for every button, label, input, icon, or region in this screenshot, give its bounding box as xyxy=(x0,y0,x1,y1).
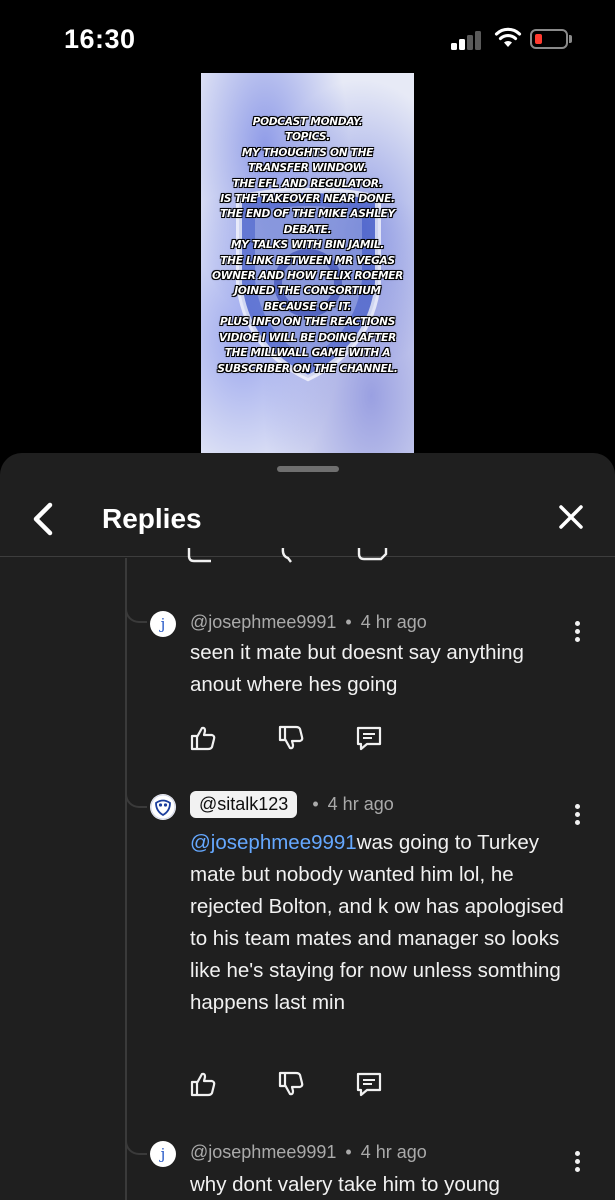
thumbnail-text-line: the Millwall game with a xyxy=(224,347,391,360)
panel-header: Replies xyxy=(0,481,615,557)
chevron-left-icon[interactable] xyxy=(26,499,60,539)
dislike-icon[interactable] xyxy=(276,1069,306,1099)
thumbnail-text-line: The end of the Mike Ashley xyxy=(220,208,395,221)
thumbnail-text-line: because of it. xyxy=(263,300,352,313)
thumbnail-text-line: debate. xyxy=(283,223,332,236)
thumbnail-text-line: My talks with Bin Jamil. xyxy=(231,239,384,252)
mention-link[interactable]: @josephmee9991 xyxy=(190,831,357,854)
wifi-icon xyxy=(494,27,522,47)
comment-text: why dont valery take him to young xyxy=(190,1173,500,1196)
replies-panel: Replies j @josephmee9991 • 4 hr ago seen… xyxy=(0,453,615,1200)
status-time: 16:30 xyxy=(64,24,136,54)
like-icon[interactable] xyxy=(188,723,218,753)
video-thumbnail[interactable]: Podcast Monday. Topics. My thoughts on the… xyxy=(201,73,414,453)
thumbnail-text-line: Plus info on the reactions xyxy=(219,316,396,329)
thumbnail-text-line: transfer window. xyxy=(248,162,367,175)
cellular-signal-icon xyxy=(451,30,483,50)
thumbnail-text-line: vidioe I will be doing after xyxy=(219,331,396,344)
comment-author[interactable]: @sitalk123 xyxy=(190,791,298,818)
comment-author[interactable]: @josephmee9991 xyxy=(190,1142,336,1162)
owl-crest-avatar[interactable] xyxy=(150,794,176,820)
comment-time: 4 hr ago xyxy=(360,1142,427,1162)
comment-time: 4 hr ago xyxy=(327,794,394,814)
comment-meta: @josephmee9991 • 4 hr ago xyxy=(190,1142,427,1162)
thumbnail-text-line: Is the takeover near done. xyxy=(220,193,395,206)
page-title: Replies xyxy=(102,503,202,534)
avatar[interactable]: j xyxy=(150,611,176,637)
thumbnail-text-line: My thoughts on the xyxy=(241,146,374,159)
comment-actions xyxy=(188,1069,388,1101)
thumbnail-text: Podcast Monday. Topics. My thoughts on the… xyxy=(201,115,414,377)
dislike-icon[interactable] xyxy=(276,723,306,753)
close-icon[interactable] xyxy=(553,499,589,535)
reply-icon[interactable] xyxy=(354,723,384,753)
comment-author[interactable]: @josephmee9991 xyxy=(190,612,336,632)
comment-text: @josephmee9991was going to Turkey mate b… xyxy=(190,831,564,1014)
thumbnail-text-line: joined the consortium xyxy=(234,285,381,298)
comment-time: 4 hr ago xyxy=(360,612,427,632)
previous-comment-actions xyxy=(187,548,388,563)
comment-actions xyxy=(188,723,388,755)
avatar[interactable]: j xyxy=(150,1141,176,1167)
comment-meta: @sitalk123 • 4 hr ago xyxy=(190,791,394,818)
thread-line xyxy=(125,558,127,1200)
battery-icon xyxy=(530,29,568,49)
thumbnail-text-line: Podcast Monday. xyxy=(252,116,363,128)
drag-handle[interactable] xyxy=(277,466,339,472)
thumbnail-text-line: owner and how Felix Roemer xyxy=(212,270,403,283)
comment-meta: @josephmee9991 • 4 hr ago xyxy=(190,612,427,632)
thumbnail-text-line: The link between Mr Vegas xyxy=(220,254,395,267)
thumbnail-text-line: The EFL and regulator. xyxy=(232,177,383,190)
like-icon[interactable] xyxy=(188,1069,218,1099)
thumbnail-text-line: subscriber on the channel. xyxy=(217,362,398,375)
status-bar: 16:30 xyxy=(0,0,615,80)
thumbnail-text-line: Topics. xyxy=(285,131,330,144)
comment-text: seen it mate but doesnt say anything ano… xyxy=(190,641,524,696)
reply-icon[interactable] xyxy=(354,1069,384,1099)
